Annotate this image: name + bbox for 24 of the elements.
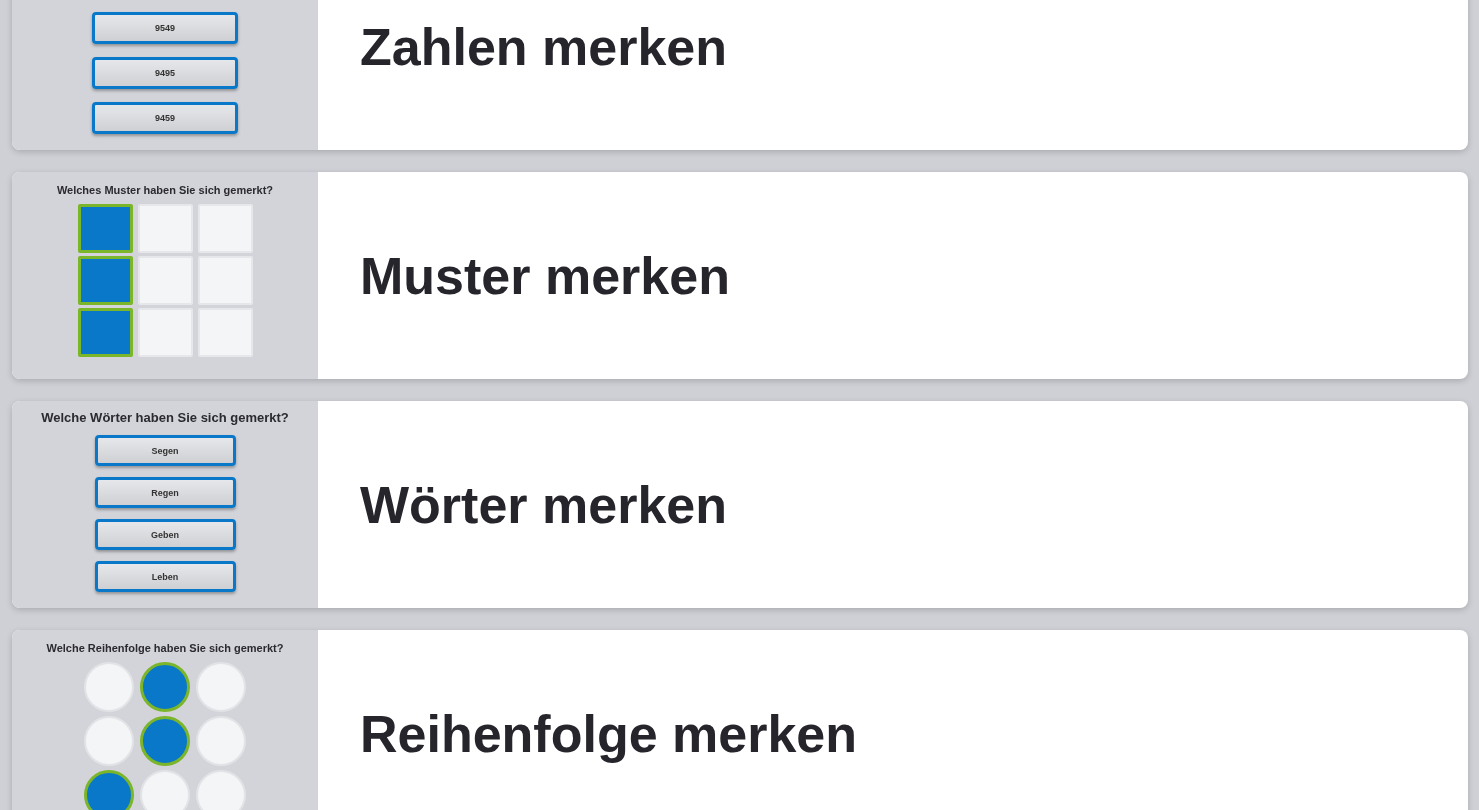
- exercise-card[interactable]: Welche Wörter haben Sie sich gemerkt? Segen Regen Geben Leben Wörter merken: [12, 401, 1468, 608]
- answer-button[interactable]: Regen: [94, 477, 236, 508]
- answer-button[interactable]: Segen: [94, 435, 236, 466]
- answer-button[interactable]: 9549: [92, 12, 238, 44]
- pattern-tile[interactable]: [77, 256, 133, 305]
- answer-button[interactable]: Geben: [94, 519, 236, 550]
- answer-button[interactable]: Leben: [94, 561, 236, 592]
- exercise-title: Wörter merken: [360, 474, 727, 535]
- answer-button[interactable]: 9459: [92, 102, 238, 134]
- exercise-title: Zahlen merken: [360, 16, 728, 77]
- question-text: Welches Muster haben Sie sich gemerkt?: [56, 184, 274, 196]
- question-text: Welche Reihenfolge haben Sie sich gemerkt?: [46, 642, 284, 654]
- exercise-card[interactable]: 9549 9495 9459 Zahlen merken: [12, 0, 1468, 150]
- exercise-title: Muster merken: [360, 245, 730, 306]
- pattern-tile[interactable]: [77, 204, 133, 253]
- sequence-circle[interactable]: [140, 662, 190, 712]
- pattern-tile[interactable]: [77, 308, 133, 357]
- question-text: Welche Wörter haben Sie sich gemerkt?: [41, 410, 289, 425]
- exercise-title: Reihenfolge merken: [360, 703, 858, 764]
- sequence-circle[interactable]: [140, 716, 190, 766]
- sequence-circle[interactable]: [84, 770, 134, 810]
- exercise-card[interactable]: Welches Muster haben Sie sich gemerkt? Muster merken: [12, 172, 1468, 379]
- exercise-card[interactable]: Welche Reihenfolge haben Sie sich gemerkt? Reihenfolge merken: [12, 630, 1468, 810]
- answer-button[interactable]: 9495: [92, 57, 238, 89]
